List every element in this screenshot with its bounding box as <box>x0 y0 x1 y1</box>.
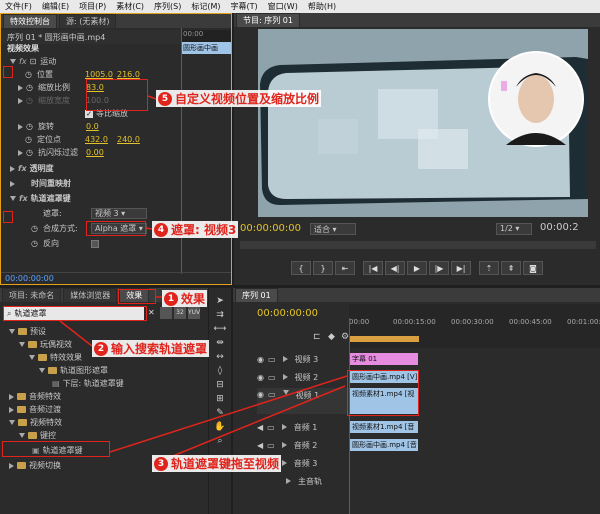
arrow-line <box>147 95 157 100</box>
annotation-1: 1 效果 <box>162 290 208 307</box>
annotation-text: 轨道遮罩键拖至视频 <box>171 457 280 471</box>
arrow-line <box>109 375 348 453</box>
annotation-3: 3 轨道遮罩键拖至视频 <box>152 455 282 472</box>
annotation-5: 5 自定义视频位置及缩放比例 <box>156 90 322 107</box>
arrow-line <box>157 385 346 463</box>
annotation-number: 2 <box>94 341 108 356</box>
annotation-number: 1 <box>164 291 178 306</box>
annotation-2: 2 输入搜索轨道遮罩 <box>92 340 210 357</box>
arrow-line <box>59 320 93 347</box>
annotation-text: 遮罩: 视频3 <box>171 223 237 237</box>
annotation-number: 5 <box>158 91 172 106</box>
annotation-text: 输入搜索轨道遮罩 <box>111 342 208 356</box>
annotation-number: 4 <box>154 222 168 237</box>
annotation-number: 3 <box>154 456 168 471</box>
annotation-text: 自定义视频位置及缩放比例 <box>175 92 320 106</box>
annotation-arrows <box>59 95 348 463</box>
annotation-4: 4 遮罩: 视频3 <box>152 221 239 238</box>
annotation-text: 效果 <box>181 292 206 306</box>
